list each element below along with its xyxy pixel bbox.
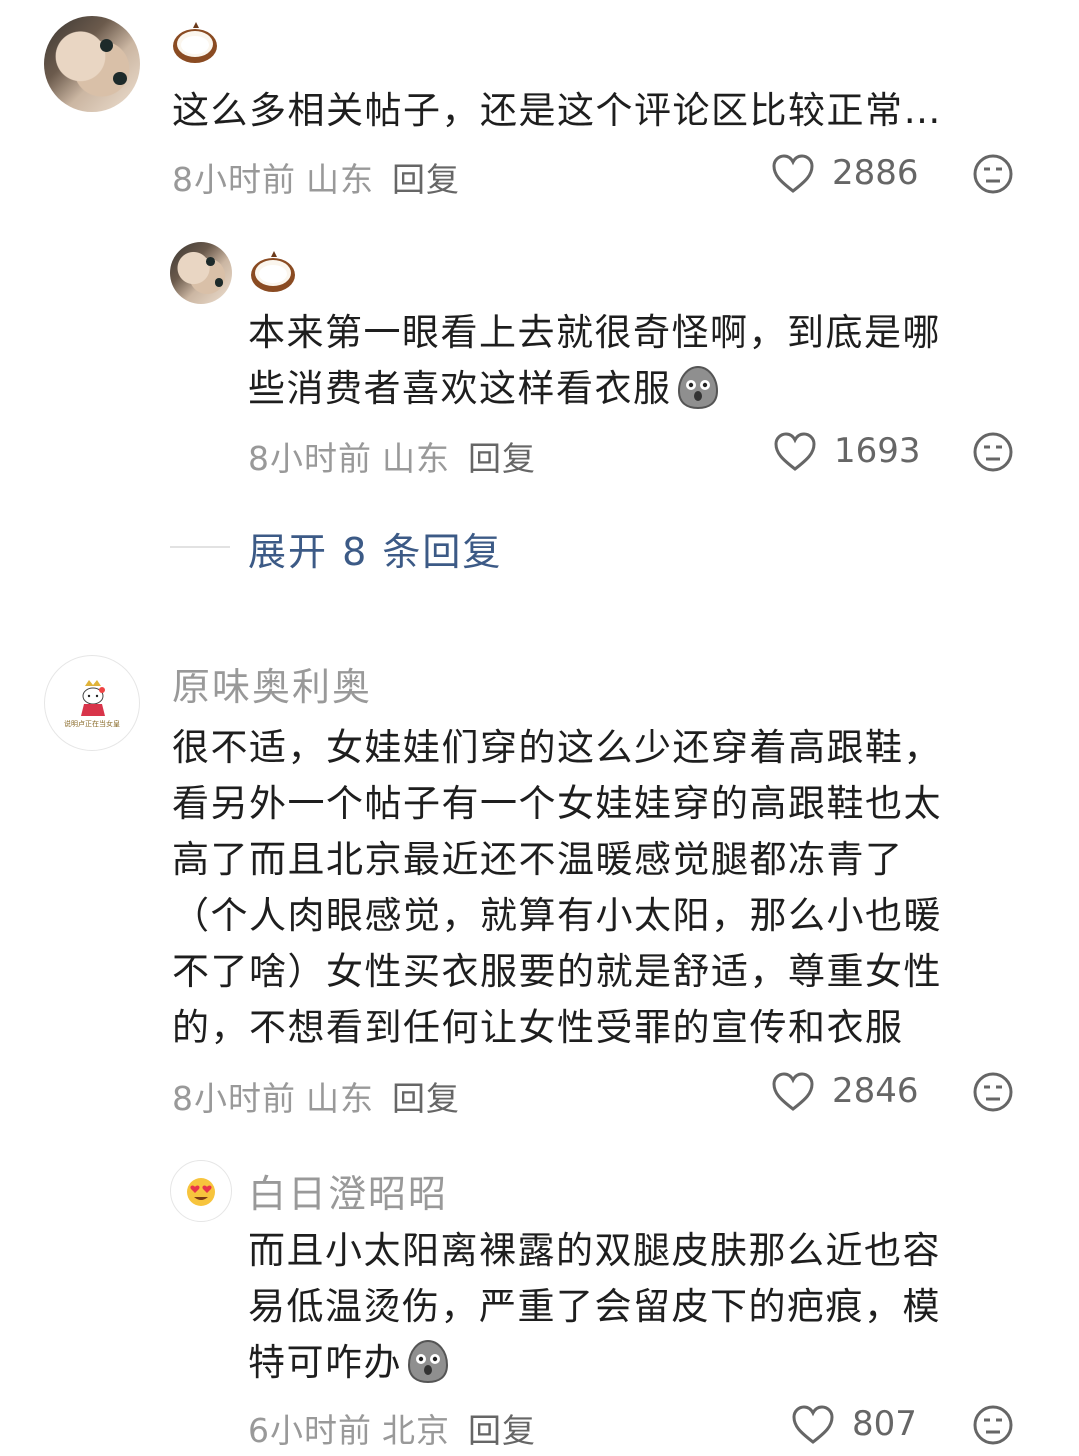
- comment-meta: 8小时前 山东 回复: [172, 1072, 478, 1120]
- avatar[interactable]: 说明卢正在当女皇: [44, 655, 140, 751]
- heart-icon[interactable]: [772, 431, 818, 473]
- heart-icon[interactable]: [790, 1404, 836, 1446]
- hello-kitty-queen-icon: [81, 680, 105, 716]
- reply-button[interactable]: 回复: [468, 1411, 536, 1450]
- comment-time: 8小时前: [172, 1079, 296, 1118]
- reply-time: 6小时前: [248, 1411, 372, 1450]
- reply-text-line: 特可咋办: [248, 1341, 402, 1384]
- comment-text-line: 很不适，女娃娃们穿的这么少还穿着高跟鞋，: [172, 726, 942, 769]
- comment-text: 这么多相关帖子，还是这个评论区比较正常…: [172, 89, 942, 132]
- avatar[interactable]: [44, 16, 140, 112]
- username[interactable]: 白日澄昭昭: [248, 1163, 448, 1218]
- reply-text: 本来第一眼看上去就很奇怪啊，到底是哪 些消费者喜欢这样看衣服: [248, 305, 1028, 417]
- coconut-emoji-icon: [173, 22, 217, 63]
- heart-icon[interactable]: [770, 1071, 816, 1113]
- dislike-face-icon[interactable]: [972, 153, 1014, 195]
- username[interactable]: 原味奥利奥: [172, 656, 372, 711]
- expand-divider: [170, 546, 230, 548]
- reply-text-line: 本来第一眼看上去就很奇怪啊，到底是哪: [248, 311, 941, 354]
- comment-text-line: 高了而且北京最近还不温暖感觉腿都冻青了: [172, 838, 904, 881]
- like-count: 1693: [834, 431, 921, 471]
- reply-text: 而且小太阳离裸露的双腿皮肤那么近也容 易低温烫伤，严重了会留皮下的疤痕，模 特可…: [248, 1223, 1038, 1391]
- reply-button[interactable]: 回复: [468, 439, 536, 478]
- comment-location: 山东: [306, 160, 374, 199]
- heart-eyes-emoji-icon: [187, 1178, 215, 1206]
- reply-button[interactable]: 回复: [392, 1079, 460, 1118]
- dislike-face-icon[interactable]: [972, 1071, 1014, 1113]
- comment-time: 8小时前: [172, 160, 296, 199]
- comment-meta: 8小时前 山东 回复: [172, 153, 478, 201]
- like-count: 807: [852, 1404, 917, 1444]
- reply-location: 山东: [382, 439, 450, 478]
- comment-text-line: （个人肉眼感觉，就算有小太阳，那么小也暖: [172, 894, 942, 937]
- comment-text-line: 不了啥）女性买衣服要的就是舒适，尊重女性: [172, 950, 942, 993]
- reply-text-line: 易低温烫伤，严重了会留皮下的疤痕，模: [248, 1285, 941, 1328]
- dislike-face-icon[interactable]: [972, 1404, 1014, 1446]
- like-count: 2886: [832, 153, 919, 193]
- avatar-caption: 说明卢正在当女皇: [64, 720, 120, 728]
- comment-text-line: 看另外一个帖子有一个女娃娃穿的高跟鞋也太: [172, 782, 942, 825]
- reply-meta: 6小时前 北京 回复: [248, 1404, 554, 1452]
- comment-text: 很不适，女娃娃们穿的这么少还穿着高跟鞋， 看另外一个帖子有一个女娃娃穿的高跟鞋也…: [172, 720, 1052, 1056]
- shocked-face-emoji-icon: [677, 365, 718, 410]
- dislike-face-icon[interactable]: [972, 431, 1014, 473]
- heart-icon[interactable]: [770, 153, 816, 195]
- avatar[interactable]: [170, 1160, 232, 1222]
- coconut-emoji-icon: [251, 251, 295, 292]
- comment-location: 山东: [306, 1079, 374, 1118]
- reply-time: 8小时前: [248, 439, 372, 478]
- reply-button[interactable]: 回复: [392, 160, 460, 199]
- expand-replies-button[interactable]: 展开 8 条回复: [248, 521, 502, 576]
- like-count: 2846: [832, 1071, 919, 1111]
- shocked-face-emoji-icon: [407, 1339, 449, 1384]
- reply-meta: 8小时前 山东 回复: [248, 432, 554, 480]
- reply-location: 北京: [382, 1411, 450, 1450]
- avatar[interactable]: [170, 242, 232, 304]
- comment-text-line: 的，不想看到任何让女性受罪的宣传和衣服: [172, 1006, 904, 1049]
- reply-text-line: 而且小太阳离裸露的双腿皮肤那么近也容: [248, 1229, 941, 1272]
- reply-text-line: 些消费者喜欢这样看衣服: [248, 367, 672, 410]
